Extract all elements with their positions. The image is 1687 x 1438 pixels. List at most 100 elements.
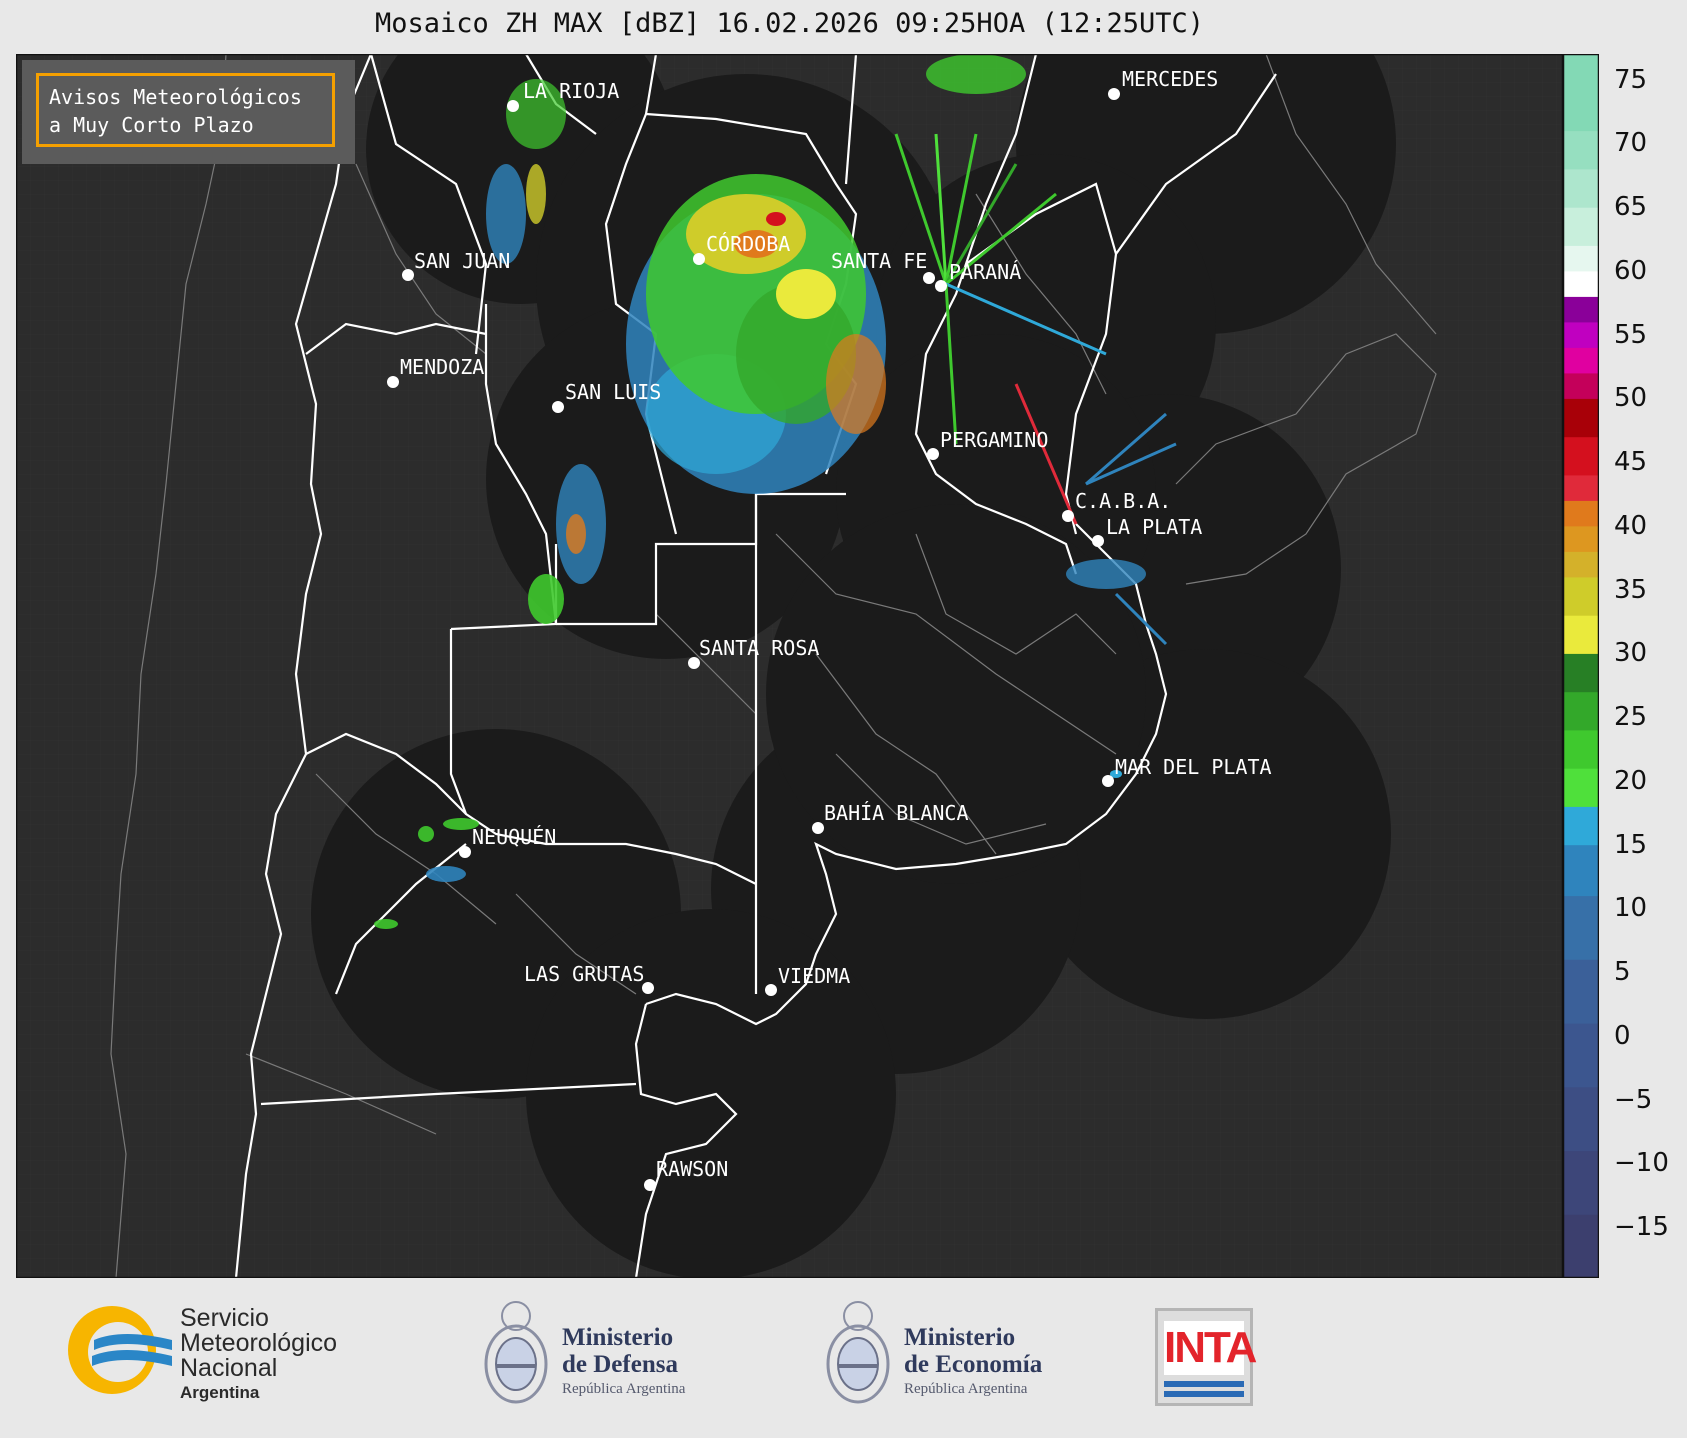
map-title: Mosaico ZH MAX [dBZ] 16.02.2026 09:25HOA… bbox=[374, 8, 1205, 39]
colorbar-band-28 bbox=[1563, 130, 1599, 170]
economia-logo[interactable]: Ministerio de Economía República Argenti… bbox=[820, 1294, 1080, 1414]
colorbar-tick-label: 65 bbox=[1614, 192, 1648, 222]
city-label-mar-del-plata: MAR DEL PLATA bbox=[1115, 755, 1272, 779]
colorbar-band-1 bbox=[1563, 1150, 1599, 1215]
colorbar-band-4 bbox=[1563, 959, 1599, 1024]
city-label-neuquen: NEUQUÉN bbox=[472, 825, 556, 849]
echo-neuquen-4 bbox=[374, 919, 398, 929]
city-label-mercedes: MERCEDES bbox=[1122, 67, 1218, 91]
city-label-las-grutas: LAS GRUTAS bbox=[524, 962, 644, 986]
colorbar-band-8 bbox=[1563, 768, 1599, 807]
colorbar-band-11 bbox=[1563, 653, 1599, 693]
echo-san-luis-3 bbox=[528, 574, 564, 624]
defensa-line-2: de Defensa bbox=[562, 1351, 678, 1378]
defensa-sub: República Argentina bbox=[562, 1381, 686, 1397]
inta-stripe-1 bbox=[1164, 1381, 1244, 1387]
smn-name: Servicio Meteorológico Nacional Argentin… bbox=[180, 1306, 337, 1403]
city-label-rawson: RAWSON bbox=[656, 1157, 728, 1181]
city-label-san-luis: SAN LUIS bbox=[565, 380, 661, 404]
echo-neuquen-3 bbox=[426, 866, 466, 882]
defensa-logo[interactable]: Ministerio de Defensa República Argentin… bbox=[478, 1294, 718, 1414]
smn-emblem-icon bbox=[68, 1306, 172, 1394]
smn-logo[interactable]: Servicio Meteorológico Nacional Argentin… bbox=[62, 1300, 382, 1410]
defensa-line-1: Ministerio bbox=[562, 1324, 674, 1351]
city-label-la-rioja: LA RIOJA bbox=[523, 79, 619, 103]
colorbar-tick-label: 25 bbox=[1614, 702, 1648, 732]
echo-east-cordoba bbox=[826, 334, 886, 434]
inta-stripe-2 bbox=[1164, 1391, 1244, 1397]
colorbar-tick-label: 30 bbox=[1614, 638, 1648, 669]
colorbar-tick-label: 10 bbox=[1614, 893, 1648, 924]
colorbar-band-25 bbox=[1563, 245, 1599, 272]
economia-line-2: de Economía bbox=[904, 1351, 1043, 1378]
avisos-link[interactable]: Avisos Meteorológicos a Muy Corto Plazo bbox=[36, 73, 335, 147]
city-label-santa-rosa: SANTA ROSA bbox=[699, 636, 819, 660]
colorbar-band-10 bbox=[1563, 691, 1599, 731]
colorbar-band-3 bbox=[1563, 1023, 1599, 1088]
colorbar-band-24 bbox=[1563, 270, 1599, 297]
city-label-viedma: VIEDMA bbox=[778, 964, 850, 988]
defensa-name: Ministerio de Defensa República Argentin… bbox=[562, 1324, 685, 1398]
colorbar-band-6 bbox=[1563, 844, 1599, 897]
colorbar-tick-label: 0 bbox=[1614, 1020, 1631, 1051]
colorbar-band-0 bbox=[1563, 1214, 1599, 1278]
city-label-la-plata: LA PLATA bbox=[1106, 515, 1202, 539]
colorbar-band-18 bbox=[1563, 436, 1599, 476]
colorbar-band-12 bbox=[1563, 615, 1599, 654]
smn-line-2: Meteorológico bbox=[180, 1329, 338, 1357]
colorbar-tick-label: 70 bbox=[1614, 128, 1648, 159]
colorbar-band-27 bbox=[1563, 168, 1599, 208]
colorbar-tick-label: −10 bbox=[1614, 1148, 1669, 1179]
inta-wordmark: INTA bbox=[1164, 1321, 1257, 1375]
colorbar-tick-label: 75 bbox=[1614, 64, 1648, 95]
echo-san-luis-2 bbox=[566, 514, 586, 554]
colorbar-tick-label: 35 bbox=[1614, 574, 1648, 605]
city-label-parana: PARANÁ bbox=[949, 260, 1021, 284]
radar-map[interactable]: LA RIOJA MERCEDES CÓRDOBA SAN JUAN SANTA… bbox=[16, 54, 1563, 1278]
avisos-panel[interactable]: Avisos Meteorológicos a Muy Corto Plazo bbox=[22, 60, 355, 164]
city-label-mendoza: MENDOZA bbox=[400, 355, 484, 379]
colorbar-band-13 bbox=[1563, 576, 1599, 616]
colorbar-band-7 bbox=[1563, 806, 1599, 846]
smn-line-3: Nacional bbox=[180, 1354, 278, 1382]
colorbar-tick-label: 60 bbox=[1614, 255, 1648, 286]
colorbar-band-5 bbox=[1563, 895, 1599, 960]
colorbar-tick-label: −15 bbox=[1614, 1212, 1669, 1242]
economia-line-1: Ministerio bbox=[904, 1324, 1016, 1351]
smn-country: Argentina bbox=[180, 1383, 260, 1402]
colorbar-band-26 bbox=[1563, 207, 1599, 246]
city-label-san-juan: SAN JUAN bbox=[414, 249, 510, 273]
colorbar-tick-label: 45 bbox=[1614, 447, 1648, 477]
colorbar-band-21 bbox=[1563, 347, 1599, 374]
colorbar-band-29 bbox=[1563, 54, 1599, 132]
colorbar-band-22 bbox=[1563, 321, 1599, 348]
echo-neuquen-2 bbox=[418, 826, 434, 842]
colorbar-band-2 bbox=[1563, 1086, 1599, 1152]
echo-la-rioja-2 bbox=[526, 164, 546, 224]
colorbar-band-19 bbox=[1563, 398, 1599, 438]
echo-caba bbox=[1066, 559, 1146, 589]
echo-cordoba-red bbox=[766, 212, 786, 226]
avisos-line-1: Avisos Meteorológicos bbox=[49, 85, 302, 109]
colorbar-tick-label: 55 bbox=[1614, 319, 1648, 350]
city-label-bahia-blanca: BAHÍA BLANCA bbox=[824, 801, 969, 825]
colorbar-band-17 bbox=[1563, 474, 1599, 501]
colorbar-band-16 bbox=[1563, 500, 1599, 527]
colorbar-tick-label: 50 bbox=[1614, 383, 1648, 414]
avisos-line-2: a Muy Corto Plazo bbox=[49, 113, 254, 137]
reflectivity-colorbar bbox=[1563, 54, 1599, 1278]
city-label-santa-fe: SANTA FE bbox=[831, 249, 927, 273]
colorbar-band-15 bbox=[1563, 525, 1599, 552]
colorbar-band-14 bbox=[1563, 551, 1599, 578]
colorbar-tick-label: 20 bbox=[1614, 765, 1648, 796]
colorbar-tick-label: −5 bbox=[1614, 1084, 1653, 1115]
smn-line-1: Servicio bbox=[180, 1304, 269, 1332]
colorbar-band-20 bbox=[1563, 372, 1599, 399]
economia-sub: República Argentina bbox=[904, 1381, 1028, 1397]
economia-name: Ministerio de Economía República Argenti… bbox=[904, 1324, 1042, 1398]
inta-logo[interactable]: INTA bbox=[1155, 1308, 1257, 1406]
colorbar-band-23 bbox=[1563, 296, 1599, 323]
city-label-cordoba: CÓRDOBA bbox=[706, 232, 790, 256]
argentina-shield-icon bbox=[484, 1301, 548, 1404]
colorbar-band-9 bbox=[1563, 729, 1599, 769]
